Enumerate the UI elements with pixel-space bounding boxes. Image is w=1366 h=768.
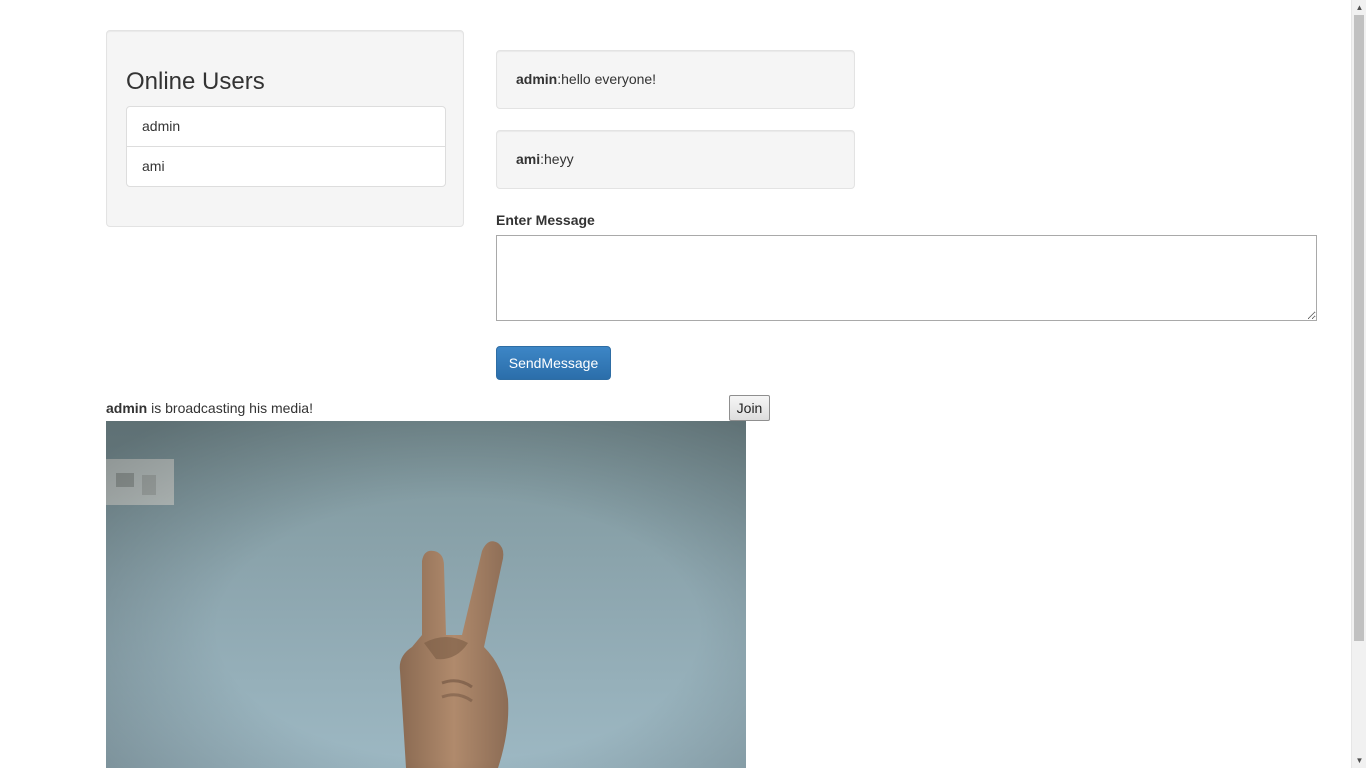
- message-author: ami: [516, 151, 541, 167]
- list-item: ami: [126, 146, 446, 187]
- broadcast-user: admin: [106, 400, 148, 416]
- broadcast-video: [106, 421, 746, 768]
- up-arrow-icon[interactable]: ▲: [1352, 0, 1366, 15]
- send-message-button[interactable]: SendMessage: [496, 346, 611, 380]
- broadcast-notice: admin is broadcasting his media!: [106, 399, 313, 417]
- broadcast-text: is broadcasting his media!: [147, 400, 313, 416]
- chat-page: Online Users admin ami admin:hello every…: [0, 0, 1366, 768]
- enter-message-label: Enter Message: [496, 212, 595, 228]
- message-text: :heyy: [540, 151, 574, 167]
- scrollbar-thumb[interactable]: [1354, 15, 1364, 641]
- down-arrow-icon[interactable]: ▼: [1352, 753, 1366, 768]
- list-item: admin: [126, 106, 446, 147]
- join-button[interactable]: Join: [729, 395, 770, 421]
- online-users-title: Online Users: [126, 68, 265, 95]
- chat-message: admin:hello everyone!: [496, 50, 855, 109]
- online-users-list: admin ami: [126, 106, 446, 187]
- message-input[interactable]: [496, 235, 1317, 321]
- page-scrollbar[interactable]: ▲ ▼: [1351, 0, 1366, 768]
- chat-message: ami:heyy: [496, 130, 855, 189]
- online-users-panel: Online Users admin ami: [106, 30, 464, 227]
- message-text: :hello everyone!: [557, 71, 657, 87]
- message-author: admin: [516, 71, 558, 87]
- video-frame-image: [106, 421, 746, 768]
